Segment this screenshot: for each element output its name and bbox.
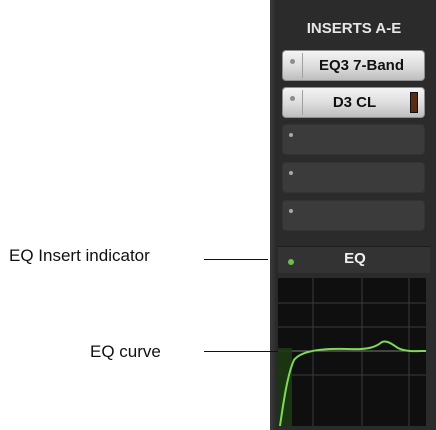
callout-eq-curve: EQ curve	[90, 342, 161, 361]
eq-curve-graph[interactable]	[278, 278, 426, 426]
insert-empty-led	[289, 209, 293, 213]
eq-insert-indicator	[288, 259, 294, 265]
insert-empty-led	[289, 133, 293, 137]
insert-slot-e[interactable]	[282, 200, 425, 231]
insert-slot-c[interactable]	[282, 124, 425, 155]
callout-insert-indicator: EQ Insert indicator	[9, 246, 150, 265]
eq-lowcut-fill	[278, 348, 292, 426]
insert-slot-label: D3 CL	[332, 94, 377, 111]
inserts-title: INSERTS A-E	[306, 20, 402, 37]
callout-line-curve	[204, 351, 278, 352]
insert-slot-d[interactable]	[282, 162, 425, 193]
insert-slot-b[interactable]: D3 CL	[282, 87, 425, 118]
insert-slot-a[interactable]: EQ3 7-Band	[282, 50, 425, 81]
insert-empty-led	[289, 171, 293, 175]
eq-label: EQ	[344, 250, 366, 267]
insert-slot-label: EQ3 7-Band	[318, 57, 405, 74]
insert-bypass-led[interactable]	[290, 96, 295, 101]
slot-separator	[302, 90, 303, 115]
callout-line-indicator	[204, 259, 268, 260]
slot-separator	[302, 53, 303, 78]
insert-bypass-led[interactable]	[290, 59, 295, 64]
strip-edge	[270, 0, 278, 430]
gain-reduction-meter	[410, 92, 418, 113]
